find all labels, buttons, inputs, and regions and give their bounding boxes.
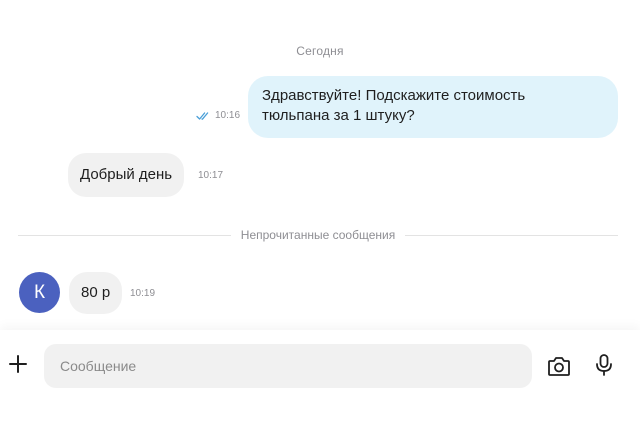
outgoing-message-bubble[interactable]: Здравствуйте! Подскажите стоимость тюльп… bbox=[248, 76, 618, 138]
camera-icon[interactable] bbox=[547, 355, 571, 377]
divider-line bbox=[18, 234, 231, 236]
message-time: 10:19 bbox=[130, 288, 156, 299]
microphone-icon[interactable] bbox=[594, 353, 614, 377]
incoming-message-bubble[interactable]: 80 р bbox=[69, 272, 123, 314]
message-time: 10:16 bbox=[215, 110, 241, 121]
message-text-line: Здравствуйте! Подскажите стоимость bbox=[262, 87, 526, 104]
message-composer bbox=[0, 330, 640, 425]
incoming-message-bubble[interactable]: Добрый день bbox=[68, 153, 185, 197]
unread-separator-label: Непрочитанные сообщения bbox=[240, 228, 396, 242]
divider-line bbox=[405, 234, 618, 236]
message-list[interactable]: Сегодня 10:16 Здравствуйте! Подскажите с… bbox=[0, 0, 640, 330]
unread-separator: Непрочитанные сообщения bbox=[18, 228, 618, 242]
message-text: Добрый день bbox=[80, 166, 173, 183]
outgoing-message-meta: 10:16 bbox=[196, 110, 240, 121]
avatar[interactable]: К bbox=[19, 272, 60, 313]
date-separator: Сегодня bbox=[296, 44, 344, 58]
avatar-letter: К bbox=[33, 281, 46, 303]
message-text-line: тюльпана за 1 штуку? bbox=[262, 107, 415, 124]
message-time: 10:17 bbox=[198, 170, 224, 181]
message-text: 80 р bbox=[81, 284, 111, 301]
double-check-icon bbox=[196, 111, 209, 120]
message-input[interactable] bbox=[44, 344, 532, 388]
plus-icon[interactable] bbox=[8, 354, 28, 374]
